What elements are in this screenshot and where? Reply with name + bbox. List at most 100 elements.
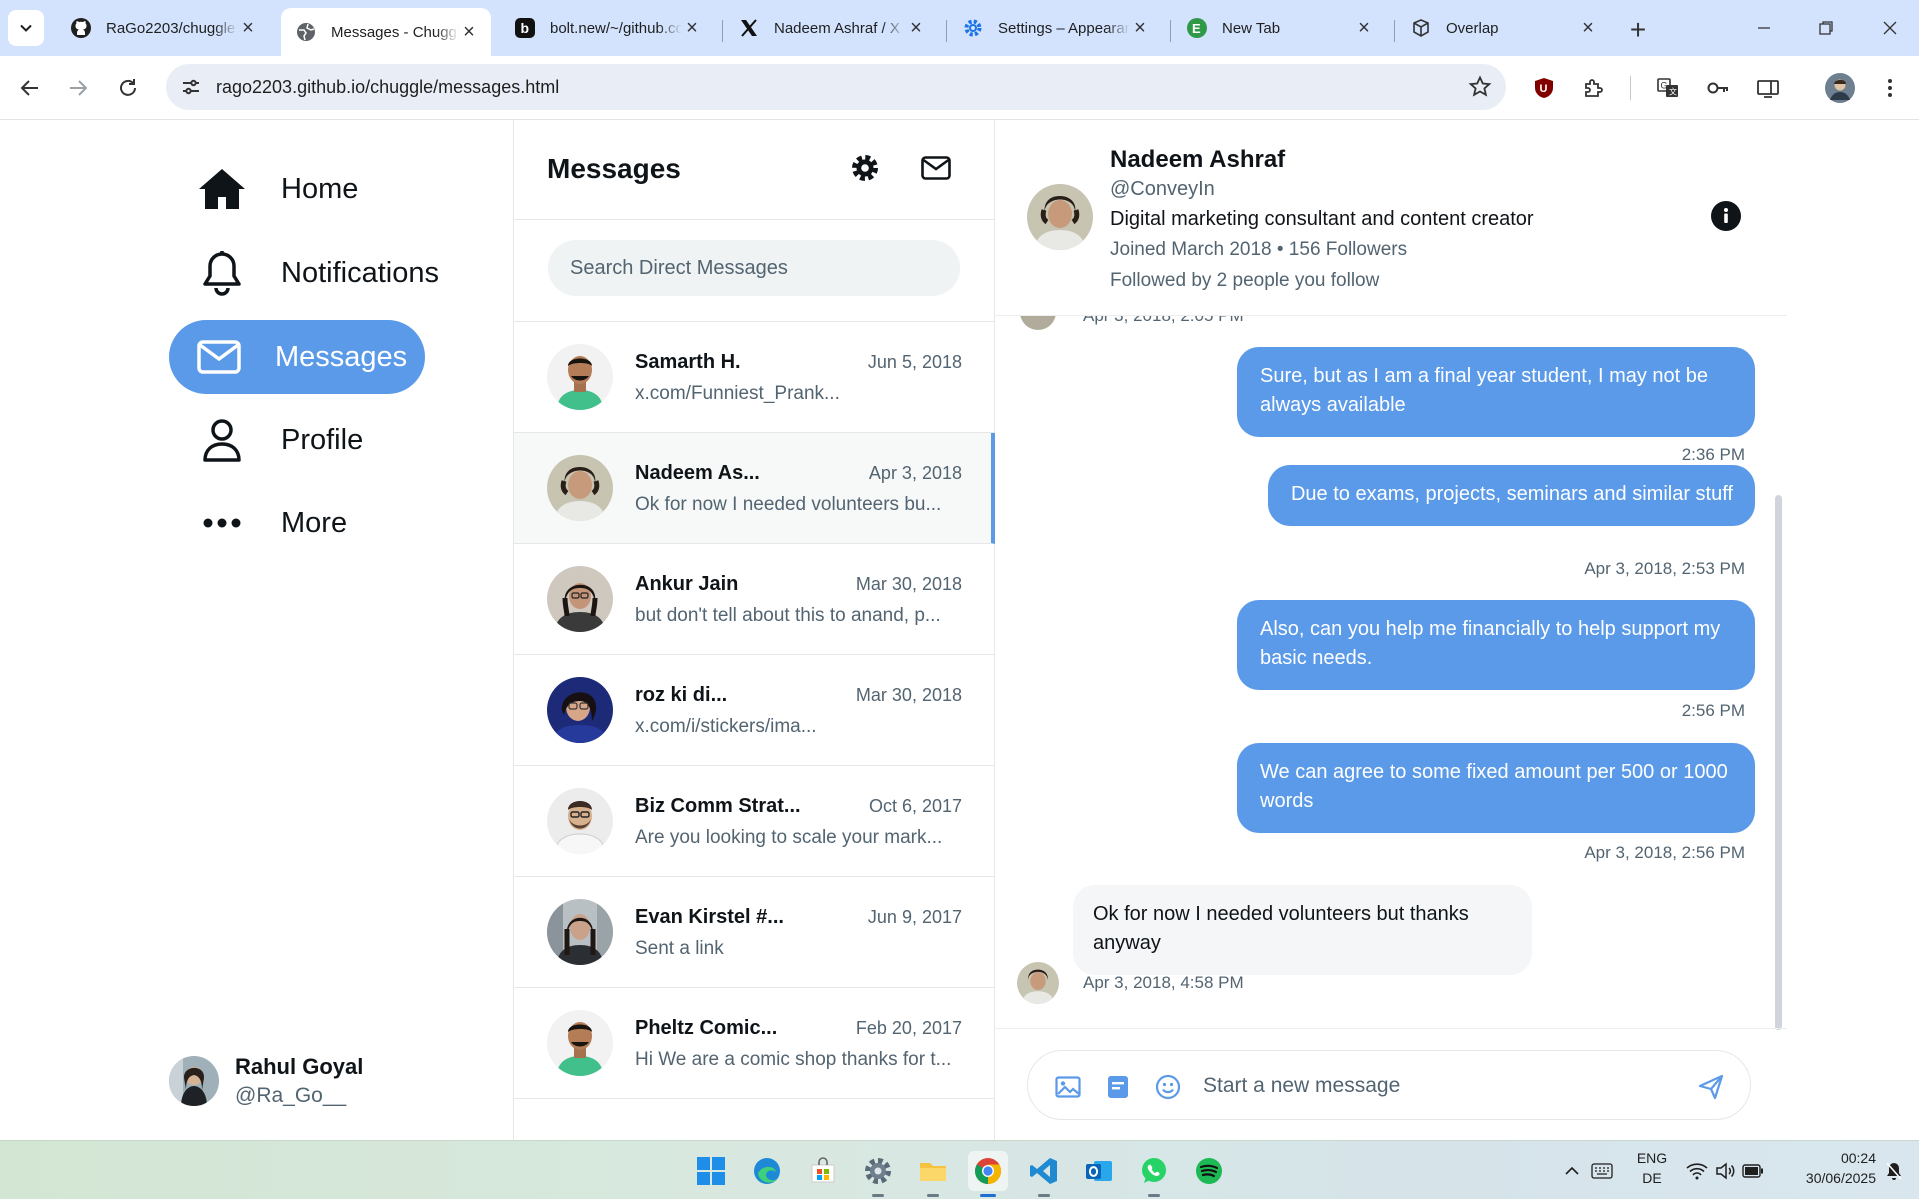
browser-tab[interactable]: Nadeem Ashraf / X × [724, 8, 938, 48]
back-button[interactable] [12, 70, 48, 106]
browser-toolbar: rago2203.github.io/chuggle/messages.html… [0, 56, 1919, 120]
nav-more[interactable]: More [169, 486, 383, 560]
x-icon [738, 17, 760, 39]
translate-icon[interactable]: G文 [1650, 70, 1686, 106]
image-upload-icon[interactable] [1054, 1073, 1082, 1101]
settings-app-icon[interactable] [858, 1151, 898, 1197]
contact-name[interactable]: Nadeem Ashraf [1110, 146, 1285, 174]
windows-taskbar: ENG DE 00:24 30/06/2025 [0, 1140, 1919, 1199]
message-timestamp: Apr 3, 2018, 2:05 PM [1083, 316, 1244, 326]
clock[interactable]: 00:24 30/06/2025 [1782, 1150, 1876, 1186]
edge-icon[interactable] [747, 1151, 787, 1191]
nav-notifications[interactable]: Notifications [169, 236, 475, 310]
gif-icon[interactable] [1104, 1073, 1132, 1101]
notification-bell-icon[interactable] [1874, 1151, 1914, 1191]
home-icon [197, 164, 247, 214]
whatsapp-icon[interactable] [1134, 1151, 1174, 1197]
browser-tab[interactable]: RaGo2203/chuggle × [56, 8, 270, 48]
file-explorer-icon[interactable] [913, 1151, 953, 1197]
outlook-icon[interactable] [1079, 1151, 1119, 1191]
profile-avatar-icon[interactable] [1822, 70, 1858, 106]
emoji-icon[interactable] [1154, 1073, 1182, 1101]
messages-list-panel: Messages Samarth H. Jun 5, 2018 x.com/Fu… [514, 120, 995, 1140]
conversation-item[interactable]: Evan Kirstel #... Jun 9, 2017 Sent a lin… [514, 877, 995, 988]
search-input[interactable] [548, 240, 960, 296]
ublock-extension-icon[interactable]: U [1526, 70, 1562, 106]
nav-label: Notifications [281, 256, 439, 289]
thread-scrollbar[interactable] [1775, 495, 1782, 1030]
reload-button[interactable] [110, 70, 146, 106]
restore-button[interactable] [1806, 12, 1846, 44]
conversation-item[interactable]: Pheltz Comic... Feb 20, 2017 Hi We are a… [514, 988, 995, 1099]
battery-icon[interactable] [1733, 1151, 1773, 1191]
conversation-preview: Ok for now I needed volunteers bu... [635, 494, 942, 515]
settings-button[interactable] [845, 148, 885, 188]
running-indicator [1038, 1194, 1050, 1197]
conversation-item[interactable]: Samarth H. Jun 5, 2018 x.com/Funniest_Pr… [514, 322, 995, 433]
close-tab-icon[interactable]: × [1578, 17, 1598, 39]
new-message-button[interactable] [916, 148, 956, 188]
message-timestamp: Apr 3, 2018, 2:53 PM [1584, 559, 1745, 578]
forward-button[interactable] [60, 70, 96, 106]
message-bubble-sent[interactable]: Also, can you help me financially to hel… [1237, 600, 1755, 690]
browser-tab[interactable]: Settings – Appearance × [948, 8, 1162, 48]
conversation-item-selected[interactable]: Nadeem As... Apr 3, 2018 Ok for now I ne… [514, 433, 995, 544]
address-bar[interactable]: rago2203.github.io/chuggle/messages.html [166, 64, 1506, 110]
browser-tab[interactable]: Overlap × [1396, 8, 1610, 48]
arrow-left-icon [20, 80, 38, 96]
more-icon [197, 498, 247, 548]
send-icon[interactable] [1697, 1073, 1725, 1101]
browser-tab[interactable]: E New Tab × [1172, 8, 1386, 48]
browser-menu-icon[interactable] [1872, 70, 1908, 106]
nav-home[interactable]: Home [169, 152, 394, 226]
conversation-date: Feb 20, 2017 [855, 1018, 962, 1038]
close-tab-icon[interactable]: × [906, 17, 926, 39]
chrome-icon[interactable] [968, 1151, 1008, 1197]
new-tab-button[interactable]: + [1620, 12, 1656, 48]
conversation-item[interactable]: roz ki di... Mar 30, 2018 x.com/i/sticke… [514, 655, 995, 766]
avatar[interactable] [1027, 184, 1093, 250]
page-title: Messages [547, 153, 681, 184]
info-button[interactable] [1711, 201, 1741, 231]
avatar [169, 1056, 219, 1106]
password-key-icon[interactable] [1700, 70, 1736, 106]
close-window-button[interactable] [1870, 12, 1910, 44]
vscode-icon[interactable] [1024, 1151, 1064, 1197]
tab-title: RaGo2203/chuggle [106, 19, 236, 37]
browser-tab-active[interactable]: Messages - Chuggle × [281, 8, 491, 56]
tab-title: Overlap [1446, 19, 1499, 37]
message-input[interactable] [1203, 1066, 1663, 1106]
nav-profile[interactable]: Profile [169, 403, 399, 477]
message-bubble-received[interactable]: Ok for now I needed volunteers but thank… [1073, 885, 1532, 975]
extensions-puzzle-icon[interactable] [1576, 70, 1612, 106]
conversation-item[interactable]: Ankur Jain Mar 30, 2018 but don't tell a… [514, 544, 995, 655]
message-bubble-sent[interactable]: We can agree to some fixed amount per 50… [1237, 743, 1755, 833]
conversation-name: Samarth H. [635, 351, 741, 373]
microsoft-store-icon[interactable] [803, 1151, 843, 1191]
windows-start-icon[interactable] [691, 1151, 731, 1191]
close-tab-icon[interactable]: × [1130, 17, 1150, 39]
close-tab-icon[interactable]: × [238, 17, 258, 39]
side-panel-icon[interactable] [1750, 70, 1786, 106]
message-bubble-sent[interactable]: Sure, but as I am a final year student, … [1237, 347, 1755, 437]
browser-tab[interactable]: b bolt.new/~/github.com × [500, 8, 714, 48]
conversation-item[interactable]: Biz Comm Strat... Oct 6, 2017 Are you lo… [514, 766, 995, 877]
nav-messages[interactable]: Messages [169, 320, 425, 394]
bookmark-star-icon[interactable] [1468, 75, 1492, 104]
spotify-icon[interactable] [1189, 1151, 1229, 1191]
minimize-button[interactable] [1744, 12, 1784, 44]
keyboard-layout: DE [1642, 1170, 1662, 1186]
avatar [547, 566, 613, 632]
message-bubble-sent[interactable]: Due to exams, projects, seminars and sim… [1267, 465, 1755, 526]
current-user[interactable]: Rahul Goyal @Ra_Go__ [169, 1054, 363, 1108]
input-language[interactable]: ENG DE [1634, 1150, 1670, 1186]
close-tab-icon[interactable]: × [1354, 17, 1374, 39]
envelope-icon [921, 156, 951, 180]
close-tab-icon[interactable]: × [682, 17, 702, 39]
clock-date: 30/06/2025 [1805, 1170, 1876, 1186]
tab-search-button[interactable] [8, 10, 44, 46]
keyboard-icon[interactable] [1582, 1151, 1622, 1191]
conversation-date: Apr 3, 2018 [868, 463, 962, 483]
close-tab-icon[interactable]: × [459, 21, 479, 43]
site-info-icon[interactable] [180, 76, 202, 103]
